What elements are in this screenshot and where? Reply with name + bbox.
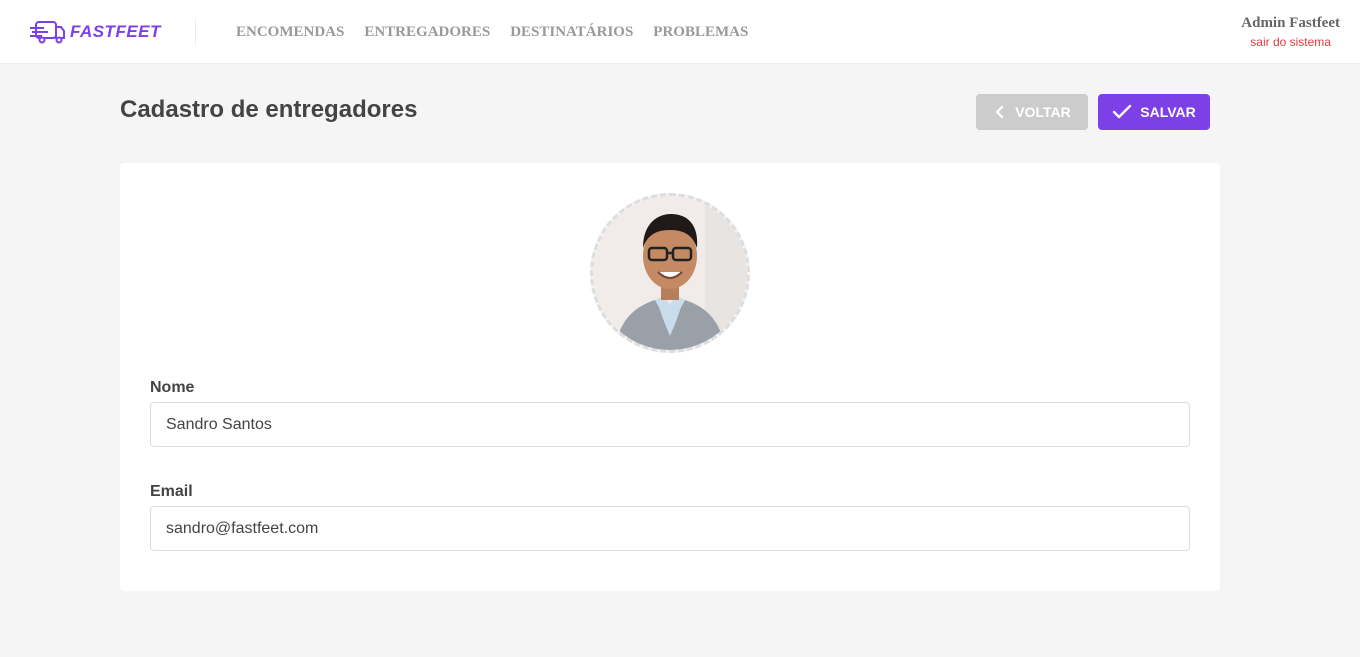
avatar-upload[interactable]	[590, 193, 750, 353]
form-card: Nome Email	[120, 163, 1220, 591]
nav-entregadores[interactable]: ENTREGADORES	[364, 23, 490, 41]
header-divider	[195, 18, 196, 46]
logo-text: FASTFEET	[70, 22, 161, 41]
main-nav: ENCOMENDAS ENTREGADORES DESTINATÁRIOS PR…	[236, 23, 768, 41]
nav-problemas[interactable]: PROBLEMAS	[653, 23, 748, 41]
check-icon	[1113, 104, 1132, 119]
avatar-photo	[593, 196, 747, 350]
truck-speed-icon	[30, 21, 65, 44]
nav-encomendas[interactable]: ENCOMENDAS	[236, 23, 344, 41]
chevron-left-icon	[996, 105, 1004, 119]
top-header: FASTFEET ENCOMENDAS ENTREGADORES DESTINA…	[0, 0, 1360, 64]
page-title: Cadastro de entregadores	[120, 96, 418, 123]
fastfeet-logo[interactable]: FASTFEET	[30, 18, 161, 46]
back-button[interactable]: VOLTAR	[976, 94, 1088, 130]
back-button-label: VOLTAR	[1015, 104, 1071, 120]
logout-link[interactable]: sair do sistema	[1241, 35, 1340, 49]
email-input[interactable]	[150, 506, 1190, 551]
save-button-label: SALVAR	[1140, 104, 1196, 120]
user-info: Admin Fastfeet sair do sistema	[1241, 14, 1340, 49]
name-label: Nome	[150, 379, 195, 396]
save-button[interactable]: SALVAR	[1098, 94, 1210, 130]
name-input[interactable]	[150, 402, 1190, 447]
email-label: Email	[150, 483, 193, 500]
user-name: Admin Fastfeet	[1241, 15, 1340, 31]
nav-destinatarios[interactable]: DESTINATÁRIOS	[510, 23, 633, 41]
